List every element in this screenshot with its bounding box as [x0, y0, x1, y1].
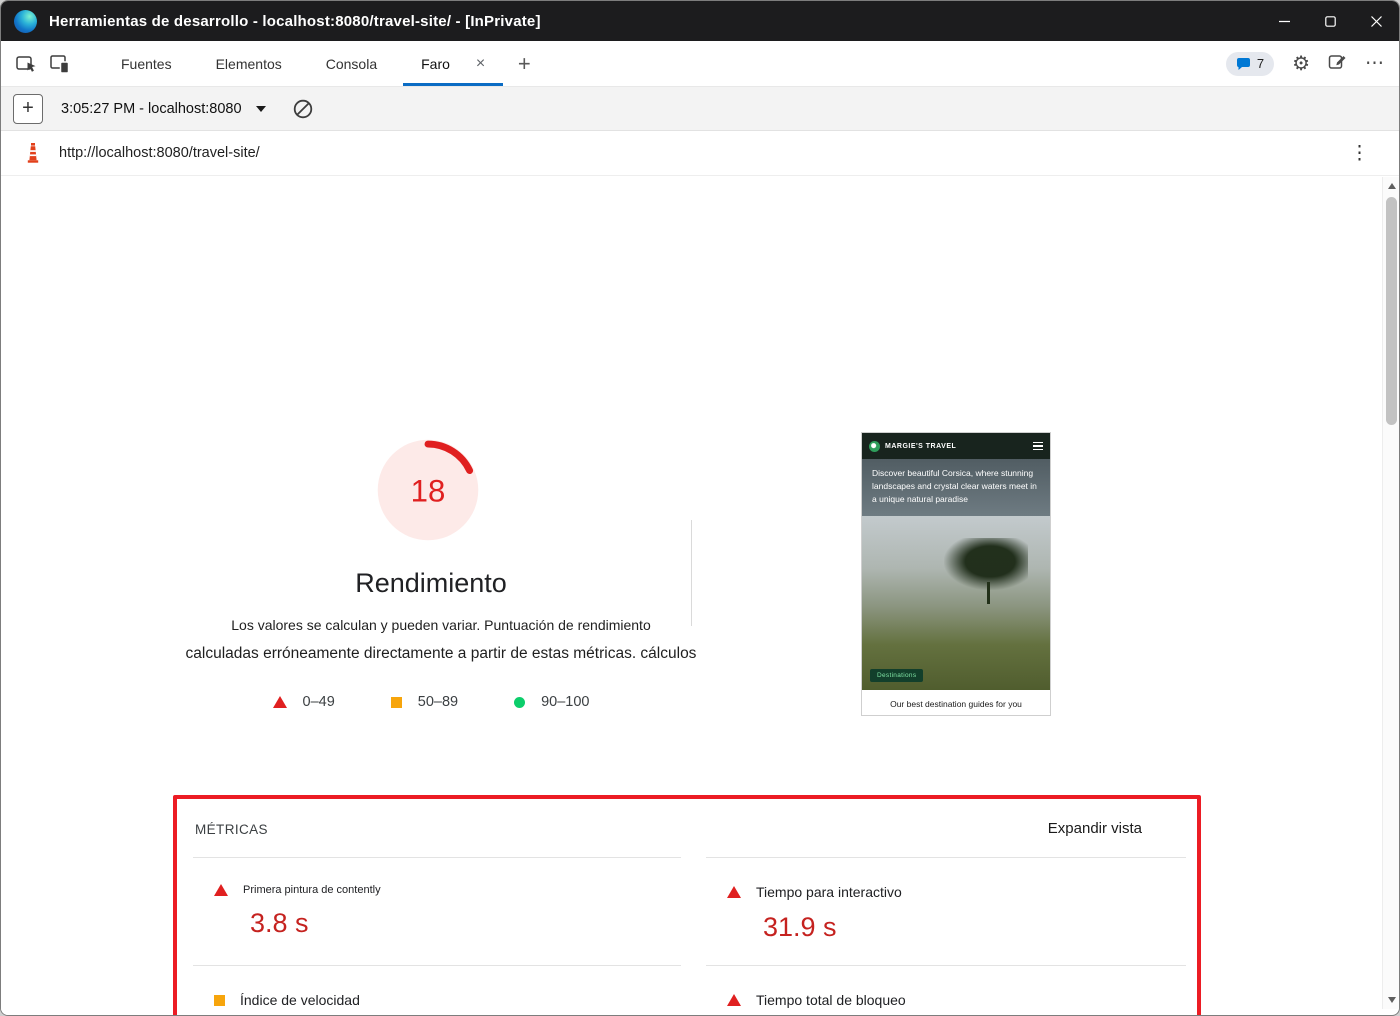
add-tab-button[interactable]: +	[507, 41, 541, 86]
window-title: Herramientas de desarrollo - localhost:8…	[49, 13, 541, 30]
tree-trunk	[987, 582, 990, 604]
site-brand: MARGIE'S TRAVEL	[885, 443, 956, 450]
metrics-grid: Primera pintura de contently 3.8 s Tiemp…	[193, 857, 1186, 1016]
metric-total-blocking-time: Tiempo total de bloqueo 6,000 ms	[706, 965, 1186, 1016]
tab-consola[interactable]: Consola	[304, 41, 399, 86]
disclaimer-line-1: Los valores se calculan y pueden variar.…	[121, 617, 761, 633]
performance-score-gauge: 18	[376, 438, 480, 542]
metric-label: Índice de velocidad	[240, 992, 360, 1008]
window-controls	[1261, 1, 1399, 41]
inspect-element-button[interactable]	[9, 47, 43, 81]
tab-label: Fuentes	[121, 56, 172, 72]
devtools-tab-bar: Fuentes Elementos Consola Faro × + 7 ⚙	[1, 41, 1399, 87]
messages-count: 7	[1257, 56, 1264, 71]
device-toolbar-button[interactable]	[43, 47, 77, 81]
score-value: 18	[411, 473, 446, 508]
tab-label: Faro	[421, 56, 450, 72]
metric-label: Tiempo total de bloqueo	[756, 992, 906, 1008]
scroll-up-button[interactable]	[1383, 177, 1400, 195]
fail-triangle-icon	[273, 696, 287, 708]
average-square-icon	[391, 697, 402, 708]
device-toolbar-icon	[50, 54, 71, 74]
title-bar: Herramientas de desarrollo - localhost:8…	[1, 1, 1399, 41]
scroll-down-button[interactable]	[1383, 991, 1400, 1009]
tab-faro[interactable]: Faro ×	[399, 41, 507, 86]
metric-label: Tiempo para interactivo	[756, 884, 902, 900]
metric-rating-icon	[214, 995, 225, 1006]
legend-item-pass: 90–100	[514, 694, 589, 710]
metric-rating-icon	[214, 884, 228, 896]
legend-range: 0–49	[303, 694, 335, 710]
expand-view-button[interactable]: Expandir vista	[1048, 820, 1142, 837]
section-divider	[691, 520, 692, 626]
thumbnail-landscape-photo: Destinations	[862, 516, 1050, 690]
legend-range: 50–89	[418, 694, 458, 710]
metric-label: Primera pintura de contently	[243, 884, 381, 896]
score-disclaimer: Los valores se calculan y pueden variar.…	[121, 617, 761, 663]
metric-value: 31.9 s	[763, 912, 1186, 943]
maximize-icon	[1325, 16, 1336, 27]
scrollbar-thumb[interactable]	[1386, 197, 1397, 425]
report-session-selector[interactable]: 3:05:27 PM - localhost:8080	[61, 101, 242, 117]
lighthouse-icon	[25, 142, 41, 165]
tab-label: Elementos	[216, 56, 282, 72]
metric-first-contentful-paint: Primera pintura de contently 3.8 s	[193, 857, 681, 965]
disclaimer-line-2: calculadas erróneamente directamente a p…	[121, 645, 761, 663]
close-button[interactable]	[1353, 1, 1399, 41]
metrics-section-header: MÉTRICAS	[195, 822, 268, 837]
pass-circle-icon	[514, 697, 525, 708]
maximize-button[interactable]	[1307, 1, 1353, 41]
metric-rating-icon	[727, 994, 741, 1006]
toolbar-right-icons: 7 ⚙ ⋯	[1226, 52, 1385, 76]
minimize-button[interactable]	[1261, 1, 1307, 41]
report-url: http://localhost:8080/travel-site/	[59, 145, 260, 161]
destinations-button: Destinations	[870, 669, 923, 682]
site-logo-icon	[869, 441, 880, 452]
metric-value: 3.8 s	[250, 908, 681, 939]
close-icon	[1371, 16, 1382, 27]
settings-gear-icon[interactable]: ⚙	[1292, 54, 1310, 74]
category-title: Rendimiento	[151, 568, 711, 599]
tab-fuentes[interactable]: Fuentes	[99, 41, 194, 86]
report-url-bar: http://localhost:8080/travel-site/ ⋮	[1, 131, 1399, 176]
chevron-down-icon[interactable]	[256, 106, 266, 112]
scroll-up-icon	[1388, 183, 1396, 189]
clear-reports-button[interactable]	[292, 98, 314, 120]
minimize-icon	[1279, 16, 1290, 27]
thumbnail-footer-text: Our best destination guides for you	[862, 690, 1050, 716]
legend-item-average: 50–89	[391, 694, 458, 710]
legend-range: 90–100	[541, 694, 589, 710]
legend-item-fail: 0–49	[273, 694, 335, 710]
block-icon	[292, 98, 314, 120]
score-legend: 0–49 50–89 90–100	[171, 694, 691, 710]
thumbnail-site-header: MARGIE'S TRAVEL	[862, 433, 1050, 459]
more-options-icon[interactable]: ⋯	[1365, 54, 1385, 73]
metric-time-to-interactive: Tiempo para interactivo 31.9 s	[706, 857, 1186, 965]
session-toolbar: + 3:05:27 PM - localhost:8080	[1, 87, 1399, 131]
hamburger-menu-icon	[1033, 442, 1043, 450]
report-menu-icon[interactable]: ⋮	[1350, 142, 1369, 165]
tab-label: Consola	[326, 56, 377, 72]
thumbnail-hero-text: Discover beautiful Corsica, where stunni…	[862, 459, 1050, 516]
metric-rating-icon	[727, 886, 741, 898]
edge-logo-icon	[14, 10, 37, 33]
devtools-window: Herramientas de desarrollo - localhost:8…	[0, 0, 1400, 1016]
new-report-button[interactable]: +	[13, 94, 43, 124]
devtools-tabs: Fuentes Elementos Consola Faro × +	[99, 41, 541, 86]
vertical-scrollbar	[1382, 177, 1399, 1009]
tree-silhouette	[944, 538, 1028, 590]
messages-badge[interactable]: 7	[1226, 52, 1274, 76]
metric-speed-index: Índice de velocidad 5.2 s	[193, 965, 681, 1016]
customize-icon[interactable]	[1328, 52, 1347, 76]
chat-bubble-icon	[1236, 57, 1251, 71]
tab-elementos[interactable]: Elementos	[194, 41, 304, 86]
scroll-down-icon	[1388, 997, 1396, 1003]
report-content: 18 Rendimiento Los valores se calculan y…	[1, 176, 1382, 1015]
page-screenshot-thumbnail: MARGIE'S TRAVEL Discover beautiful Corsi…	[861, 432, 1051, 716]
inspect-icon	[16, 53, 37, 74]
tab-close-icon[interactable]: ×	[476, 56, 485, 72]
